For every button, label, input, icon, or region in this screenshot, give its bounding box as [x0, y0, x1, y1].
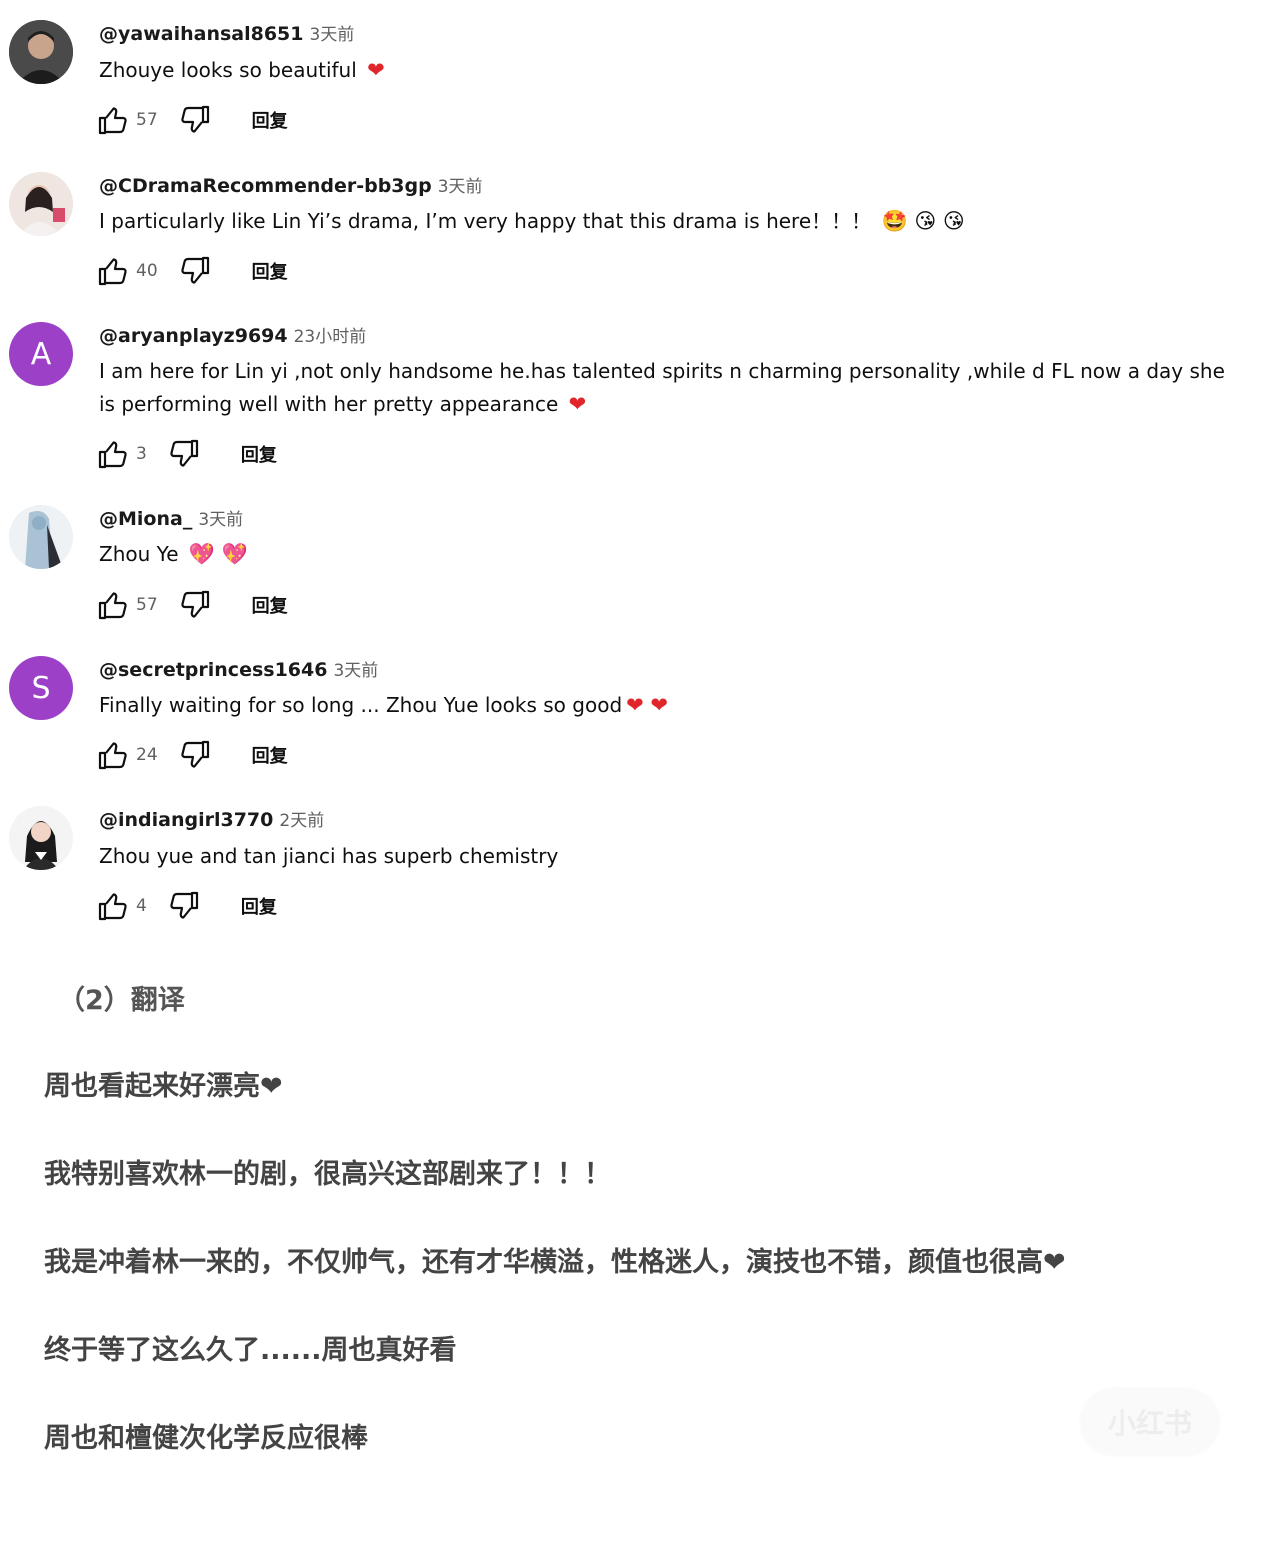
dislike-icon[interactable] [169, 890, 201, 922]
comment-body: I particularly like Lin Yi’s drama, I’m … [99, 209, 872, 233]
avatar[interactable]: S [9, 656, 73, 720]
heart-emoji-icon: ❤ ❤ [626, 693, 669, 717]
translation-line: 终于等了这么久了......周也真好看 [44, 1335, 457, 1366]
reply-button[interactable]: 回复 [252, 742, 288, 768]
comment-header: @Miona_ 3天前 [99, 505, 243, 530]
like-icon[interactable] [96, 589, 128, 621]
comment-body: I am here for Lin yi ,not only handsome … [99, 359, 1225, 416]
comment-author[interactable]: @indiangirl3770 [99, 809, 273, 831]
avatar-photo-icon [9, 806, 73, 870]
like-count: 24 [136, 745, 158, 765]
comment-body: Zhouye looks so beautiful [99, 58, 357, 82]
comment-text: Zhouye looks so beautiful ❤ [99, 54, 1259, 87]
translation-line: 周也和檀健次化学反应很棒 [44, 1423, 368, 1454]
avatar-letter: S [31, 670, 51, 706]
comment-author[interactable]: @Miona_ [99, 508, 192, 530]
like-count: 3 [136, 444, 147, 464]
comment-text: Finally waiting for so long ... Zhou Yue… [99, 689, 1259, 722]
comment-actions: 57 回复 [96, 587, 288, 623]
like-icon[interactable] [96, 255, 128, 287]
reply-button[interactable]: 回复 [241, 441, 277, 467]
comment-text: Zhou yue and tan jianci has superb chemi… [99, 840, 1259, 873]
comment-actions: 40 回复 [96, 253, 288, 289]
like-icon[interactable] [96, 739, 128, 771]
like-count: 40 [136, 261, 158, 281]
reply-button[interactable]: 回复 [252, 592, 288, 618]
avatar-photo-icon [9, 505, 73, 569]
heart-emoji-icon: ❤ [367, 58, 385, 82]
comment-body: Finally waiting for so long ... Zhou Yue… [99, 693, 623, 717]
comment-text: I am here for Lin yi ,not only handsome … [99, 355, 1239, 421]
comment-actions: 3 回复 [96, 436, 277, 472]
like-count: 57 [136, 595, 158, 615]
comment-author[interactable]: @CDramaRecommender-bb3gp [99, 175, 432, 197]
comment-body: Zhou Ye [99, 542, 179, 566]
avatar[interactable] [9, 505, 73, 569]
comment-actions: 57 回复 [96, 102, 288, 138]
comment-time[interactable]: 23小时前 [294, 327, 367, 347]
comment-header: @aryanplayz9694 23小时前 [99, 322, 366, 347]
dislike-icon[interactable] [180, 589, 212, 621]
xiaohongshu-watermark: 小红书 [1082, 1390, 1218, 1454]
reply-button[interactable]: 回复 [252, 107, 288, 133]
like-count: 4 [136, 896, 147, 916]
dislike-icon[interactable] [169, 438, 201, 470]
dislike-icon[interactable] [180, 104, 212, 136]
translation-line: 我是冲着林一来的，不仅帅气，还有才华横溢，性格迷人，演技也不错，颜值也很高❤ [44, 1247, 1066, 1278]
comment-time[interactable]: 2天前 [279, 811, 324, 831]
comment-header: @yawaihansal8651 3天前 [99, 20, 354, 45]
reply-button[interactable]: 回复 [252, 258, 288, 284]
like-icon[interactable] [96, 438, 128, 470]
comment-time[interactable]: 3天前 [333, 661, 378, 681]
dislike-icon[interactable] [180, 739, 212, 771]
comment-header: @secretprincess1646 3天前 [99, 656, 378, 681]
avatar[interactable] [9, 806, 73, 870]
translation-line: 周也看起来好漂亮❤ [44, 1071, 283, 1102]
comment-actions: 24 回复 [96, 737, 288, 773]
comment-author[interactable]: @secretprincess1646 [99, 659, 327, 681]
comment-text: I particularly like Lin Yi’s drama, I’m … [99, 205, 1259, 238]
heart-emoji-icon: ❤ [568, 392, 587, 416]
reply-button[interactable]: 回复 [241, 893, 277, 919]
comment-author[interactable]: @yawaihansal8651 [99, 23, 304, 45]
comment-body: Zhou yue and tan jianci has superb chemi… [99, 844, 559, 868]
like-count: 57 [136, 110, 158, 130]
comment-author[interactable]: @aryanplayz9694 [99, 325, 288, 347]
translation-title: （2）翻译 [58, 985, 185, 1016]
comment-text: Zhou Ye 💖 💖 [99, 538, 1259, 571]
comment-time[interactable]: 3天前 [310, 25, 355, 45]
comment-time[interactable]: 3天前 [198, 510, 243, 530]
avatar[interactable] [9, 172, 73, 236]
avatar[interactable] [9, 20, 73, 84]
avatar-letter: A [30, 336, 52, 372]
like-icon[interactable] [96, 104, 128, 136]
comment-header: @CDramaRecommender-bb3gp 3天前 [99, 172, 483, 197]
like-icon[interactable] [96, 890, 128, 922]
comment-actions: 4 回复 [96, 888, 277, 924]
dislike-icon[interactable] [180, 255, 212, 287]
sparkling-heart-emoji-icon: 💖 💖 [188, 542, 248, 566]
translation-line: 我特别喜欢林一的剧，很高兴这部剧来了！！！ [44, 1159, 611, 1190]
comment-time[interactable]: 3天前 [438, 177, 483, 197]
comment-header: @indiangirl3770 2天前 [99, 806, 324, 831]
avatar-photo-icon [9, 20, 73, 84]
avatar[interactable]: A [9, 322, 73, 386]
star-struck-kiss-emoji-icon: 🤩 😘 😘 [881, 209, 965, 233]
avatar-photo-icon [9, 172, 73, 236]
